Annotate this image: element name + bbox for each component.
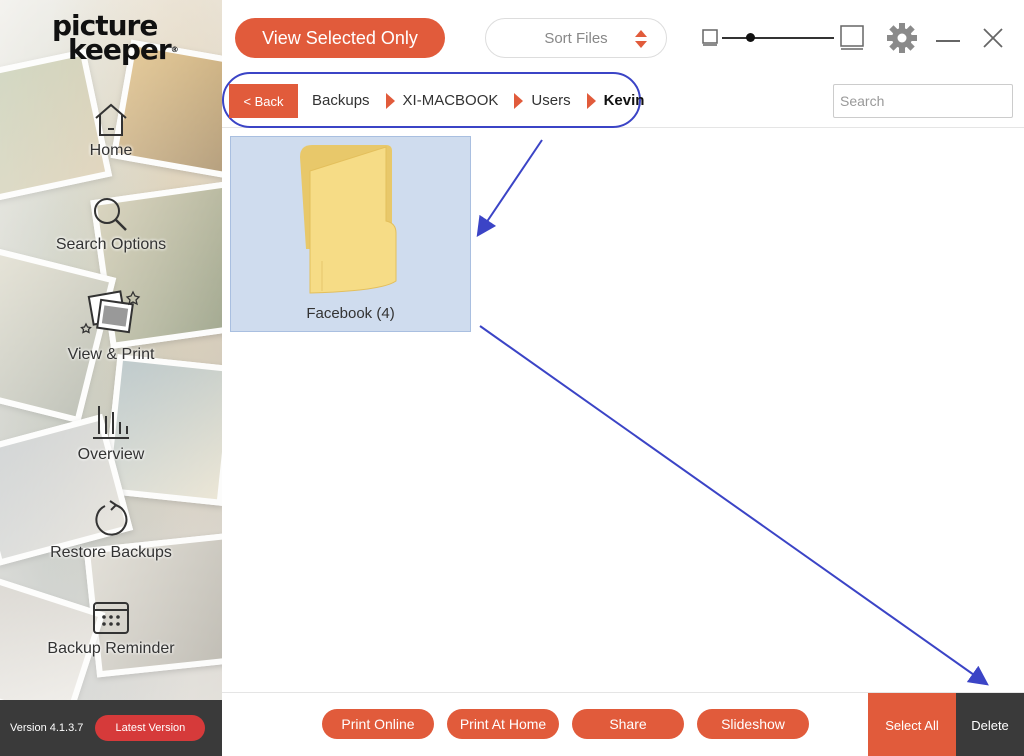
breadcrumb-users[interactable]: Users <box>531 92 570 109</box>
sidebar-item-view-print[interactable]: View & Print <box>0 290 222 364</box>
delete-button[interactable]: Delete <box>956 693 1024 756</box>
breadcrumb-bar: < Back Backups XI-MACBOOK Users Kevin <box>222 72 1024 128</box>
folder-tile[interactable]: Facebook (4) <box>230 136 471 332</box>
breadcrumb-arrow-icon <box>586 92 596 109</box>
sidebar-item-backup-reminder[interactable]: Backup Reminder <box>0 600 222 658</box>
zoom-slider-handle[interactable] <box>746 33 755 42</box>
sort-arrows-icon <box>635 30 647 48</box>
version-bar: Version 4.1.3.7 Latest Version <box>0 700 222 756</box>
top-toolbar: View Selected Only Sort Files <box>222 0 1024 76</box>
close-icon[interactable] <box>982 27 1004 49</box>
picture-keeper-logo: picture keeper® <box>52 9 179 66</box>
version-text: Version 4.1.3.7 <box>10 722 84 734</box>
select-all-button[interactable]: Select All <box>868 693 956 756</box>
back-button[interactable]: < Back <box>229 84 298 118</box>
bar-chart-icon <box>93 406 129 439</box>
breadcrumb: Backups XI-MACBOOK Users Kevin <box>312 92 644 109</box>
breadcrumb-backups[interactable]: Backups <box>312 92 370 109</box>
folder-name: Facebook (4) <box>306 305 395 322</box>
home-icon <box>95 103 127 136</box>
latest-version-button[interactable]: Latest Version <box>95 715 206 741</box>
breadcrumb-arrow-icon <box>514 92 524 109</box>
minimize-icon[interactable] <box>936 40 960 42</box>
restore-icon <box>95 500 128 536</box>
search-icon <box>94 198 127 231</box>
slideshow-button[interactable]: Slideshow <box>697 709 809 739</box>
thumbnail-large-icon[interactable] <box>840 25 864 51</box>
thumbnail-small-icon[interactable] <box>702 29 718 47</box>
gear-icon[interactable] <box>886 22 918 54</box>
view-selected-only-button[interactable]: View Selected Only <box>235 18 445 58</box>
folder-icon <box>300 145 397 294</box>
sort-files-select[interactable]: Sort Files <box>485 18 667 58</box>
sidebar: picture keeper® Home Search Options View… <box>0 0 222 756</box>
sidebar-item-restore-backups[interactable]: Restore Backups <box>0 500 222 562</box>
sidebar-item-search-options[interactable]: Search Options <box>0 196 222 254</box>
sidebar-item-home[interactable]: Home <box>0 102 222 160</box>
search-input[interactable] <box>833 84 1013 118</box>
calendar-icon <box>93 602 129 634</box>
breadcrumb-arrow-icon <box>385 92 395 109</box>
file-browser: Facebook (4) <box>222 128 1024 692</box>
print-at-home-button[interactable]: Print At Home <box>447 709 559 739</box>
sidebar-item-overview[interactable]: Overview <box>0 402 222 464</box>
sort-files-label: Sort Files <box>544 29 608 47</box>
bottom-action-bar: Print Online Print At Home Share Slidesh… <box>222 692 1024 756</box>
breadcrumb-kevin[interactable]: Kevin <box>604 92 645 109</box>
breadcrumb-xi-macbook[interactable]: XI-MACBOOK <box>403 92 499 109</box>
print-online-button[interactable]: Print Online <box>322 709 434 739</box>
zoom-slider-track[interactable] <box>722 37 834 39</box>
share-button[interactable]: Share <box>572 709 684 739</box>
photos-icon <box>80 290 141 334</box>
